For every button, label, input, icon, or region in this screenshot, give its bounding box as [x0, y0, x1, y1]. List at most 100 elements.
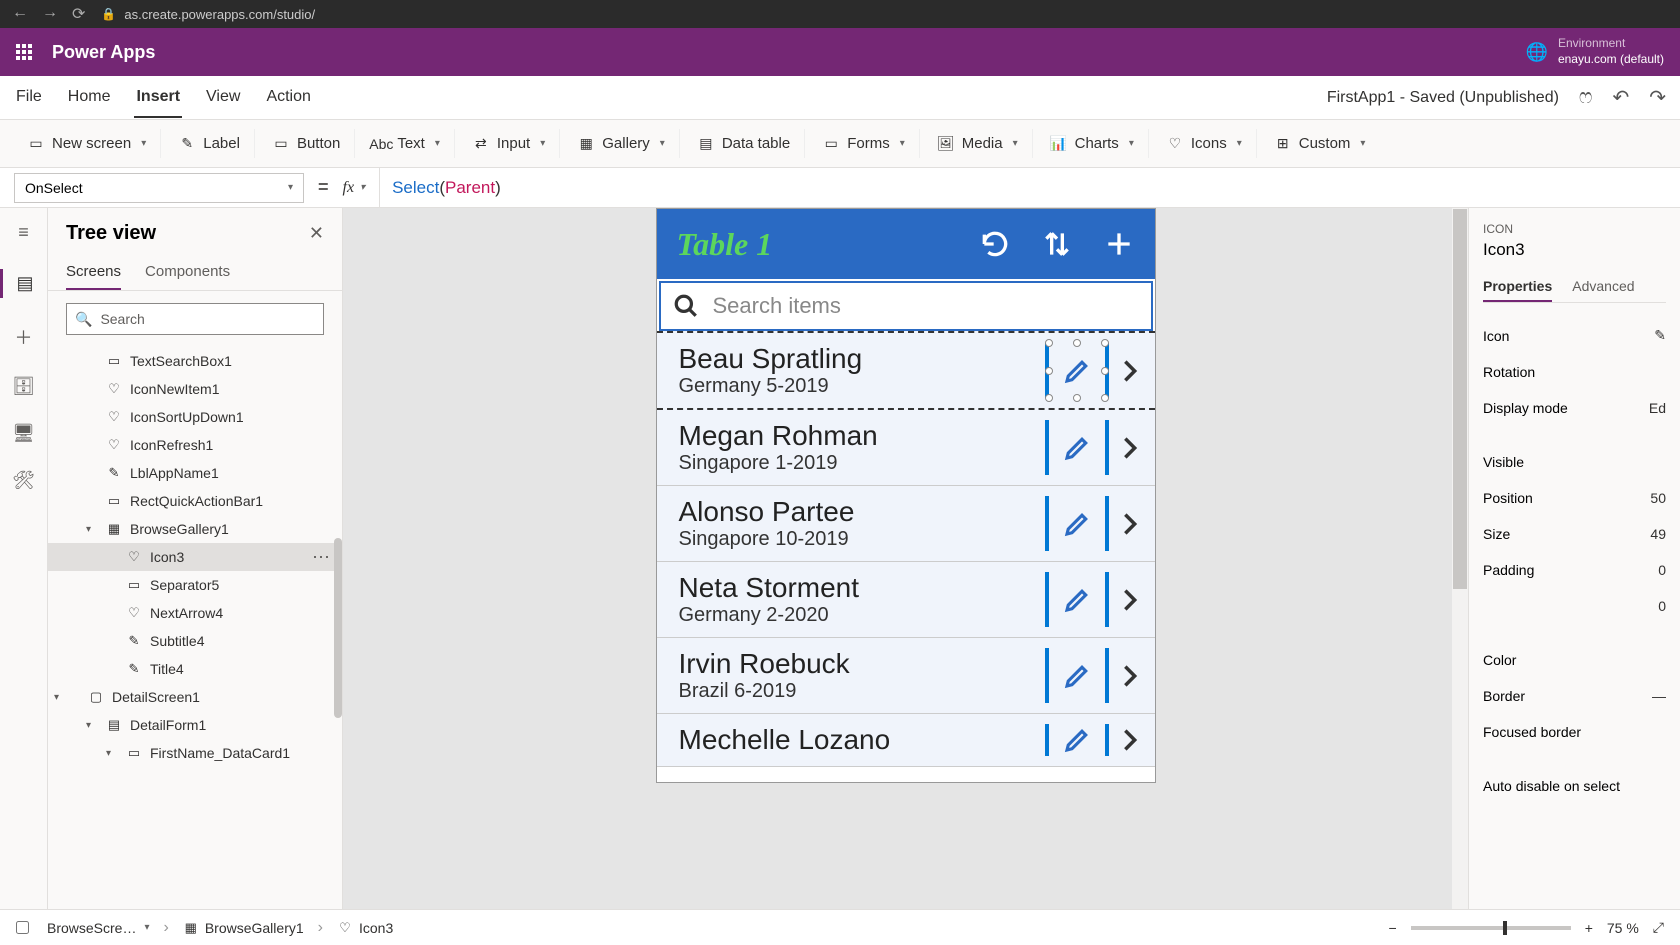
tree-item-detailscreen[interactable]: ▾▢DetailScreen1 [48, 683, 342, 711]
prop-color[interactable]: Color [1483, 642, 1666, 678]
tree-item-detailform[interactable]: ▾▤DetailForm1 [48, 711, 342, 739]
undo-icon[interactable]: ↶ [1612, 85, 1629, 110]
tree-item-iconrefresh[interactable]: ♡IconRefresh1 [48, 431, 342, 459]
edit-icon-column[interactable] [1045, 648, 1109, 703]
prop-icon[interactable]: Icon✎ [1483, 317, 1666, 354]
list-row[interactable]: Mechelle Lozano [657, 714, 1155, 767]
zoom-slider[interactable] [1411, 926, 1571, 930]
tab-screens[interactable]: Screens [66, 255, 121, 290]
expand-icon[interactable]: ⤢ [1653, 919, 1664, 936]
tree-item-nextarrow4[interactable]: ♡NextArrow4 [48, 599, 342, 627]
forward-icon[interactable]: → [42, 4, 58, 24]
waffle-icon[interactable] [16, 44, 32, 60]
prop-focused-border[interactable]: Focused border [1483, 714, 1666, 750]
list-row[interactable]: Irvin Roebuck Brazil 6-2019 [657, 638, 1155, 714]
menu-view[interactable]: View [204, 78, 242, 118]
next-arrow[interactable] [1109, 726, 1151, 754]
crumb-browse-gallery[interactable]: ▦BrowseGallery1 [175, 918, 312, 938]
next-arrow[interactable] [1109, 434, 1151, 462]
edit-icon-column[interactable] [1045, 572, 1109, 627]
property-selector[interactable]: OnSelect ▾ [14, 173, 304, 203]
search-items-input[interactable]: Search items [659, 281, 1153, 331]
edit-icon-column[interactable] [1045, 496, 1109, 551]
next-arrow[interactable] [1109, 586, 1151, 614]
list-row[interactable]: Alonso Partee Singapore 10-2019 [657, 486, 1155, 562]
ribbon-gallery[interactable]: ▦Gallery▾ [564, 129, 680, 158]
reload-icon[interactable]: ⟳ [72, 4, 85, 24]
scrollbar-thumb[interactable] [334, 538, 342, 718]
ribbon-text[interactable]: AbcText▾ [359, 129, 455, 158]
tab-advanced[interactable]: Advanced [1572, 272, 1634, 302]
chevron-down-icon[interactable]: ▾ [86, 720, 91, 731]
prop-padding-2[interactable]: 0 [1483, 588, 1666, 624]
menu-file[interactable]: File [14, 78, 44, 118]
insert-icon[interactable]: ＋ [15, 324, 33, 350]
tab-components[interactable]: Components [145, 255, 230, 290]
list-row[interactable]: Beau Spratling Germany 5-2019 [657, 331, 1155, 410]
redo-icon[interactable]: ↷ [1649, 85, 1666, 110]
app-checker-icon[interactable]: ෆ [1579, 86, 1593, 109]
back-icon[interactable]: ← [12, 4, 28, 24]
tree-item-subtitle4[interactable]: ✎Subtitle4 [48, 627, 342, 655]
fx-label[interactable]: fx ▾ [343, 179, 366, 197]
prop-auto-disable[interactable]: Auto disable on select [1483, 768, 1666, 804]
prop-rotation[interactable]: Rotation [1483, 354, 1666, 390]
menu-insert[interactable]: Insert [134, 78, 182, 118]
ribbon-input[interactable]: ⇄Input▾ [459, 129, 560, 158]
close-icon[interactable]: ✕ [309, 223, 324, 244]
next-arrow[interactable] [1109, 357, 1151, 385]
chevron-down-icon[interactable]: ▾ [106, 748, 111, 759]
tree-item-separator5[interactable]: ▭Separator5 [48, 571, 342, 599]
tree-item-firstname[interactable]: ▾▭FirstName_DataCard1 [48, 739, 342, 767]
prop-visible[interactable]: Visible [1483, 444, 1666, 480]
chevron-down-icon[interactable]: ▾ [86, 524, 91, 535]
tree-item-iconnewitem[interactable]: ♡IconNewItem1 [48, 375, 342, 403]
edit-icon-column[interactable] [1045, 343, 1109, 398]
hamburger-icon[interactable]: ≡ [18, 222, 29, 243]
tree-view-icon[interactable]: ▤ [0, 269, 47, 298]
formula-input[interactable]: Select(Parent) [379, 168, 1666, 207]
prop-position[interactable]: Position50 [1483, 480, 1666, 516]
tree-search-input[interactable]: 🔍 Search [66, 303, 324, 335]
ribbon-new-screen[interactable]: ▭New screen▾ [14, 129, 161, 158]
zoom-in-icon[interactable]: + [1585, 920, 1593, 936]
add-icon[interactable] [1103, 228, 1135, 260]
edit-icon-column[interactable] [1045, 724, 1109, 756]
breadcrumb-checkbox[interactable] [16, 921, 29, 934]
menu-home[interactable]: Home [66, 78, 113, 118]
prop-border[interactable]: Border— [1483, 678, 1666, 714]
crumb-icon3[interactable]: ♡Icon3 [329, 918, 401, 938]
refresh-icon[interactable] [979, 228, 1011, 260]
data-icon[interactable]: 🗄 [12, 376, 35, 397]
ribbon-data-table[interactable]: ▤Data table [684, 129, 805, 158]
crumb-browse-screen[interactable]: BrowseScre…▾ [39, 918, 158, 938]
tree-item-rectquick[interactable]: ▭RectQuickActionBar1 [48, 487, 342, 515]
edit-icon-column[interactable] [1045, 420, 1109, 475]
next-arrow[interactable] [1109, 510, 1151, 538]
ribbon-media[interactable]: 🖼Media▾ [924, 129, 1033, 158]
tree-item-iconsort[interactable]: ♡IconSortUpDown1 [48, 403, 342, 431]
ribbon-forms[interactable]: ▭Forms▾ [809, 129, 920, 158]
ribbon-custom[interactable]: ⊞Custom▾ [1261, 129, 1380, 158]
chevron-down-icon[interactable]: ▾ [54, 692, 59, 703]
tree-item-browsegallery[interactable]: ▾▦BrowseGallery1 [48, 515, 342, 543]
list-row[interactable]: Neta Storment Germany 2-2020 [657, 562, 1155, 638]
tools-icon[interactable]: 🛠 [12, 470, 35, 491]
ribbon-label[interactable]: ✎Label [165, 129, 255, 158]
canvas[interactable]: Table 1 Search items Beau Spratling Germ… [343, 208, 1468, 909]
prop-padding[interactable]: Padding0 [1483, 552, 1666, 588]
tree-item-textsearchbox[interactable]: ▭TextSearchBox1 [48, 347, 342, 375]
tree-item-title4[interactable]: ✎Title4 [48, 655, 342, 683]
ribbon-icons[interactable]: ♡Icons▾ [1153, 129, 1257, 158]
prop-size[interactable]: Size49 [1483, 516, 1666, 552]
tree-item-icon3[interactable]: ♡Icon3 [48, 543, 342, 571]
next-arrow[interactable] [1109, 662, 1151, 690]
sort-icon[interactable] [1041, 228, 1073, 260]
list-row[interactable]: Megan Rohman Singapore 1-2019 [657, 410, 1155, 486]
canvas-scrollbar[interactable] [1452, 208, 1468, 909]
prop-display-mode[interactable]: Display modeEd [1483, 390, 1666, 426]
media-rail-icon[interactable]: 🖥 [12, 423, 35, 444]
url-bar[interactable]: 🔒 as.create.powerapps.com/studio/ [101, 7, 315, 22]
zoom-out-icon[interactable]: − [1389, 920, 1397, 936]
ribbon-charts[interactable]: 📊Charts▾ [1037, 129, 1149, 158]
